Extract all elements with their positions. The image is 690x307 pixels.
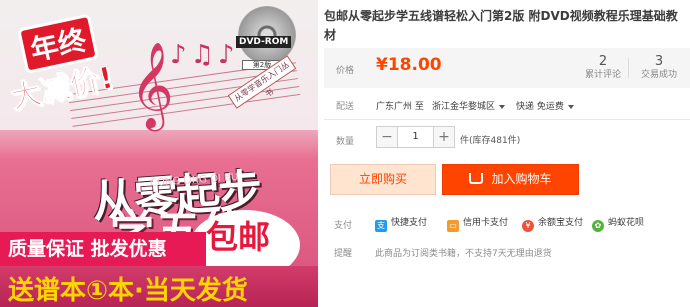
ship-method-selector[interactable]: 快递 免运费 [516, 99, 574, 112]
stat-divider [628, 58, 629, 78]
music-notes-icon: ♪♫♪ [170, 40, 239, 70]
shipping-row: 配送 广东广州 至 浙江金华婺城区 快递 免运费 [324, 96, 690, 114]
pay-method-label: 信用卡支付 [463, 218, 509, 228]
buy-now-button[interactable]: 立即购买 [330, 164, 436, 195]
pay-method-label: 蚂蚁花呗 [608, 218, 645, 228]
ship-from: 广东广州 至 [376, 102, 424, 112]
chevron-down-icon [567, 104, 574, 109]
add-to-cart-button[interactable]: 加入购物车 [442, 164, 579, 195]
cart-icon [469, 173, 484, 184]
ship-to-selector[interactable]: 浙江金华婺城区 [432, 99, 506, 112]
sales-count: 3 [654, 54, 664, 69]
promo-line2: 大减价! [7, 60, 117, 117]
product-details: 包邮从零起步学五线谱轻松入门第2版 附DVD视频教程乐理基础教材 价格 ¥18.… [322, 0, 690, 307]
chevron-down-icon [499, 104, 506, 109]
product-title: 包邮从零起步学五线谱轻松入门第2版 附DVD视频教程乐理基础教材 [324, 9, 678, 42]
divider [324, 119, 690, 120]
product-image[interactable]: 𝄞 ♪♫♪ DVD-ROM 第2版 从零学音乐入门丛书 年终 大减价! 从零起步… [0, 0, 318, 307]
add-to-cart-label: 加入购物车 [491, 172, 552, 186]
tip-text: 此商品为订阅类书籍，不支持7天无理由退货 [375, 249, 552, 259]
bottom-banner-text: 送谱本①本·当天发货 [8, 276, 248, 306]
quantity-input[interactable]: 1 [398, 126, 433, 148]
pay-method-huabei[interactable]: ✿ 蚂蚁花呗 [592, 215, 644, 232]
stock-note: 件(库存481件) [460, 136, 521, 146]
pay-method-label: 快捷支付 [391, 218, 428, 228]
tip-label: 提醒 [334, 249, 353, 259]
huabei-icon: ✿ [592, 220, 604, 232]
price-panel: 价格 ¥18.00 2 累计评论 3 交易成功 [324, 48, 690, 88]
pay-method-yuebao[interactable]: ¥ 余额宝支付 [522, 215, 583, 232]
ship-to: 浙江金华婺城区 [432, 102, 496, 112]
quantity-minus-button[interactable]: − [376, 126, 398, 148]
quantity-label: 数量 [336, 137, 355, 147]
price-value: ¥18.00 [376, 55, 442, 75]
alipay-quick-icon: 支 [375, 220, 387, 232]
baoyou-text: 包邮 [206, 218, 271, 256]
pay-method-credit[interactable]: ▭ 信用卡支付 [447, 215, 508, 232]
pay-method-label: 余额宝支付 [538, 218, 584, 228]
quantity-plus-button[interactable]: + [433, 126, 455, 148]
shipping-label: 配送 [336, 102, 355, 112]
treble-clef-icon: 𝄞 [130, 42, 174, 128]
credit-card-icon: ▭ [447, 220, 459, 232]
review-count-label: 累计评论 [584, 70, 621, 80]
price-label: 价格 [336, 66, 355, 76]
review-count-stat[interactable]: 2 累计评论 [578, 54, 628, 82]
yuebao-icon: ¥ [522, 220, 534, 232]
review-count: 2 [598, 54, 608, 69]
dvd-label: DVD-ROM [236, 36, 292, 48]
payment-label: 支付 [334, 221, 353, 231]
ship-method: 快递 免运费 [516, 102, 564, 112]
sales-count-label: 交易成功 [640, 70, 677, 80]
quality-banner: 质量保证 批发优惠 [0, 232, 206, 266]
pay-method-quick[interactable]: 支快捷支付 [375, 215, 427, 232]
sales-count-stat[interactable]: 3 交易成功 [634, 54, 684, 82]
